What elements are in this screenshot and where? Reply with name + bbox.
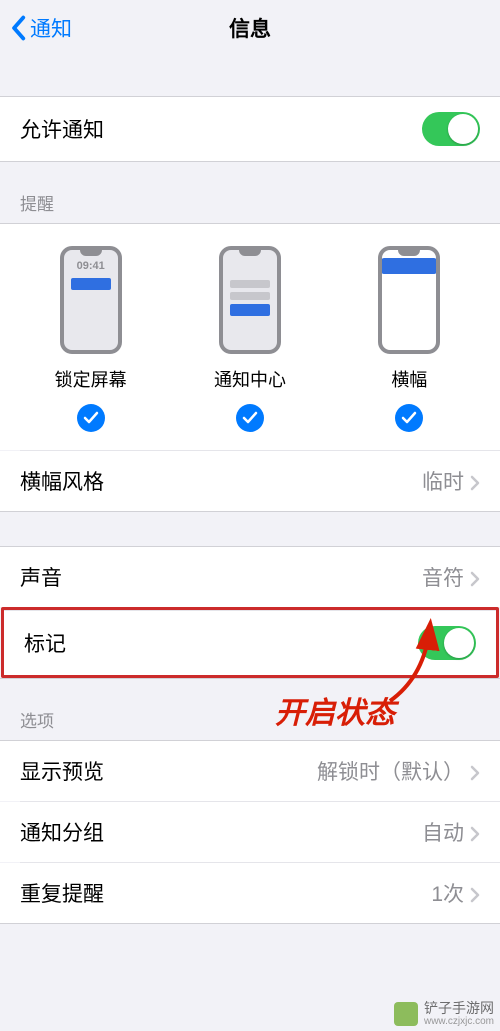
notification-grouping-label: 通知分组 [20,817,104,847]
notification-center-preview-icon [219,246,281,354]
show-previews-row[interactable]: 显示预览 解锁时（默认） [0,741,500,801]
alerts-section-header: 提醒 [0,162,500,223]
chevron-right-icon [470,473,480,489]
allow-notifications-label: 允许通知 [20,114,104,144]
watermark: 铲子手游网 www.czjxjc.com [394,1001,494,1027]
show-previews-value: 解锁时（默认） [317,756,464,786]
banners-preview-icon [378,246,440,354]
back-label: 通知 [30,13,72,43]
chevron-left-icon [10,15,26,41]
lock-screen-preview-icon: 09:41 [60,246,122,354]
notification-grouping-row[interactable]: 通知分组 自动 [0,802,500,862]
banner-style-label: 横幅风格 [20,466,104,496]
alerts-panel: 09:41 锁定屏幕 通知中心 横幅 [0,224,500,450]
back-button[interactable]: 通知 [10,13,72,43]
watermark-name: 铲子手游网 [424,1001,494,1016]
nav-header: 通知 信息 [0,0,500,56]
watermark-logo-icon [394,1002,418,1026]
sounds-value: 音符 [422,562,464,592]
badges-toggle[interactable] [418,626,476,660]
allow-notifications-toggle[interactable] [422,112,480,146]
repeat-alerts-row[interactable]: 重复提醒 1次 [0,863,500,923]
banner-style-value: 临时 [422,466,464,496]
checkmark-icon [77,404,105,432]
page-title: 信息 [229,13,271,43]
chevron-right-icon [470,569,480,585]
sounds-label: 声音 [20,562,62,592]
repeat-alerts-value: 1次 [431,878,464,908]
sounds-row[interactable]: 声音 音符 [0,547,500,607]
alert-banners-label: 横幅 [391,366,427,392]
show-previews-label: 显示预览 [20,756,104,786]
chevron-right-icon [470,763,480,779]
alert-notification-center[interactable]: 通知中心 [179,246,320,432]
watermark-url: www.czjxjc.com [424,1016,494,1027]
notification-grouping-value: 自动 [422,817,464,847]
checkmark-icon [236,404,264,432]
alert-lock-screen-label: 锁定屏幕 [55,366,127,392]
options-section-header: 选项 [0,679,500,740]
allow-notifications-row: 允许通知 [0,97,500,161]
badges-row: 标记 [4,610,496,675]
repeat-alerts-label: 重复提醒 [20,878,104,908]
chevron-right-icon [470,885,480,901]
badges-label: 标记 [24,628,66,658]
alert-lock-screen[interactable]: 09:41 锁定屏幕 [20,246,161,432]
alert-banners[interactable]: 横幅 [339,246,480,432]
banner-style-row[interactable]: 横幅风格 临时 [0,451,500,511]
chevron-right-icon [470,824,480,840]
checkmark-icon [395,404,423,432]
highlight-box: 标记 [1,607,499,678]
alert-notification-center-label: 通知中心 [214,366,286,392]
